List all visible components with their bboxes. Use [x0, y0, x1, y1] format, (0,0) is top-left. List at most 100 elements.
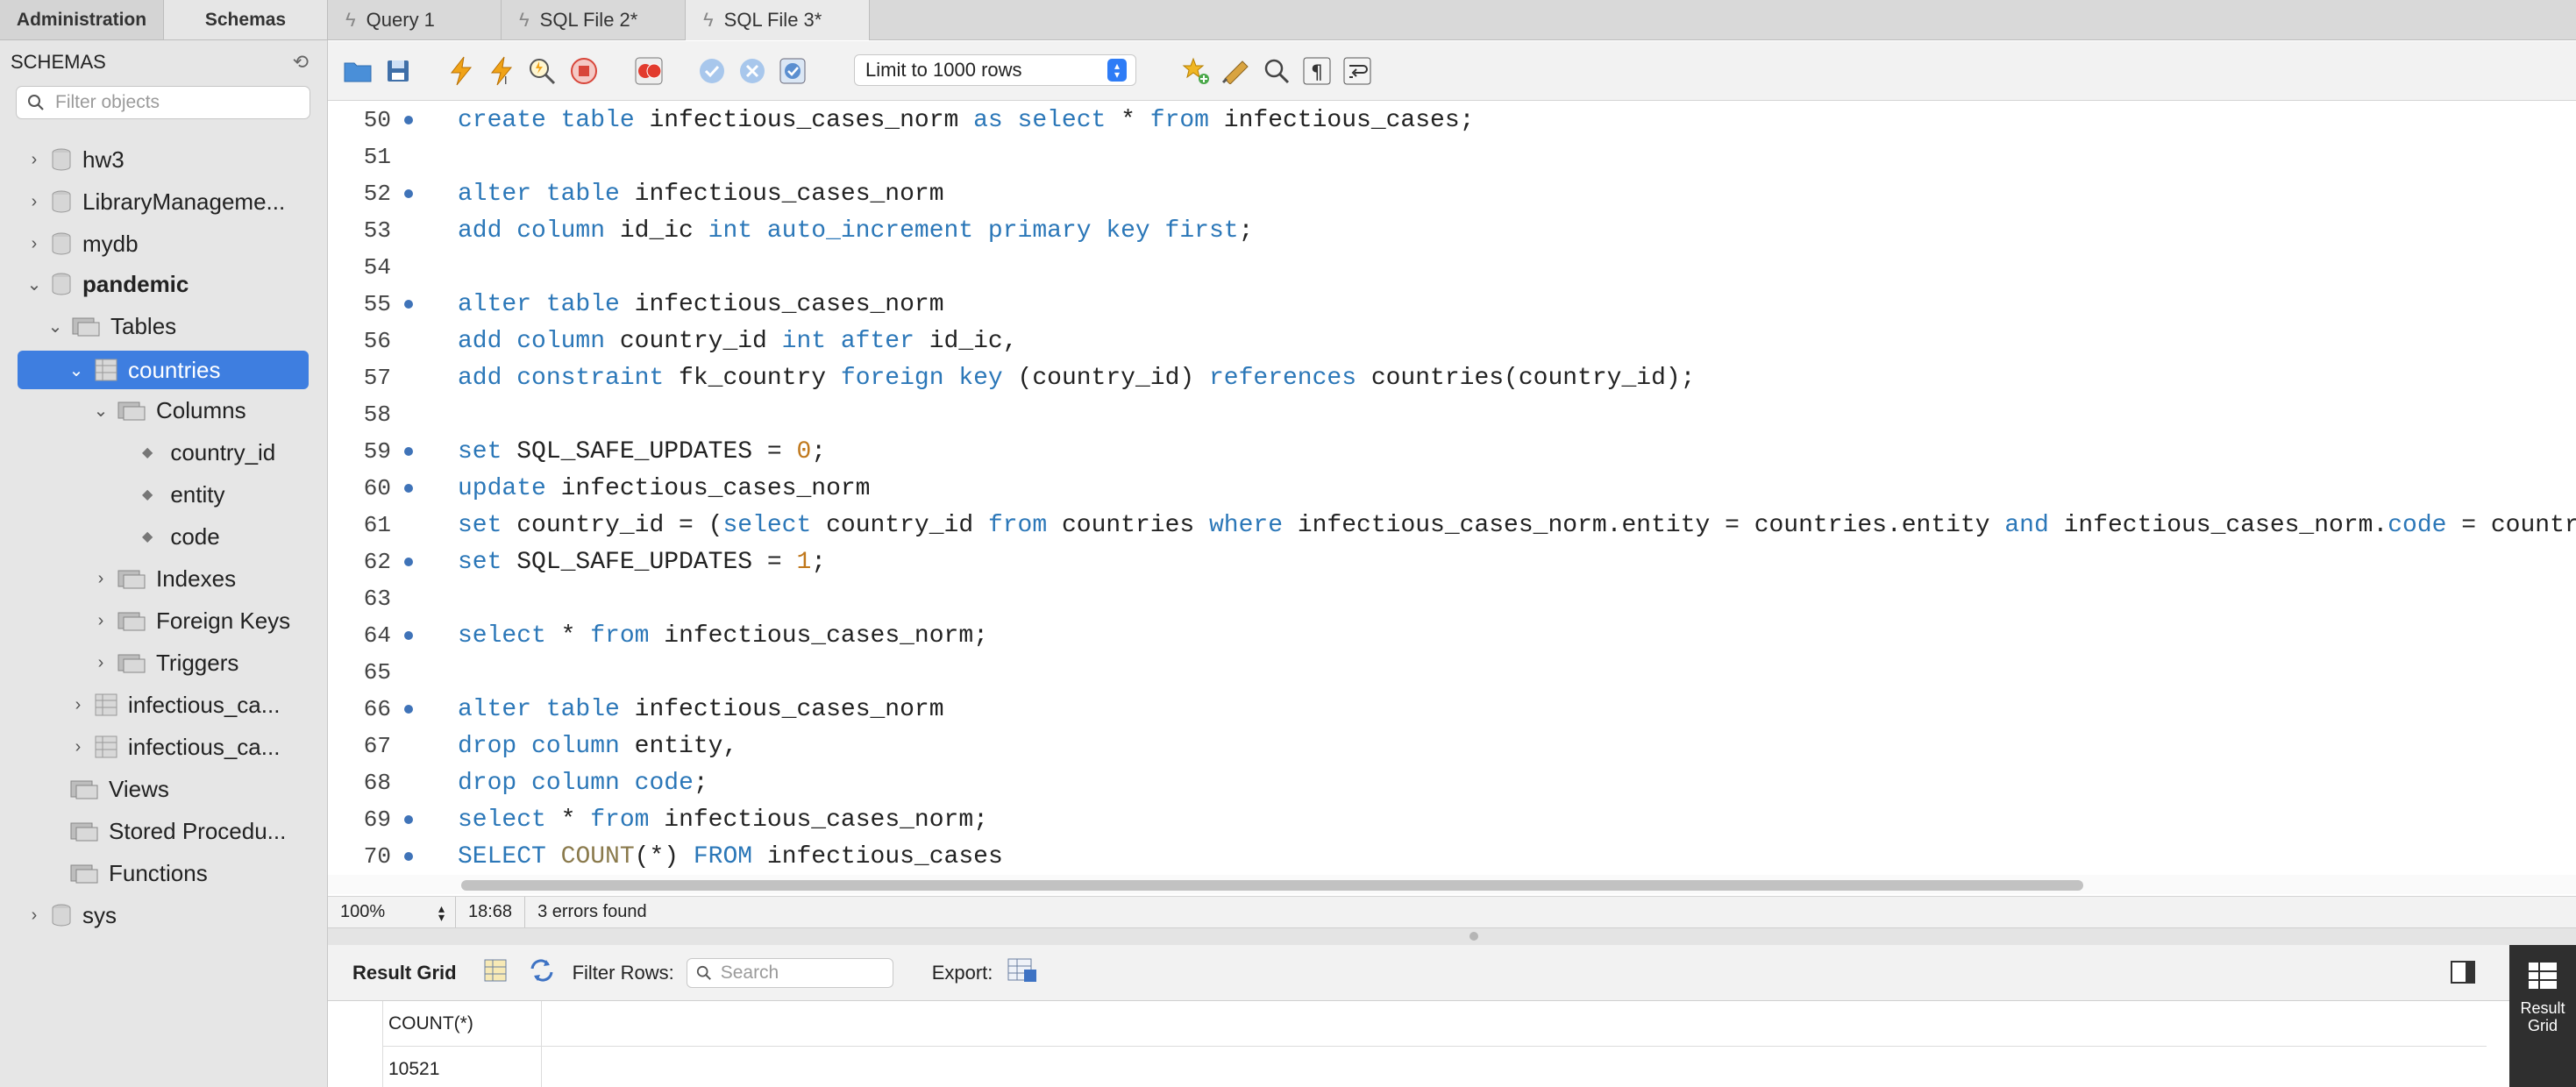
chevron-right-icon[interactable]: › — [91, 653, 110, 672]
chevron-down-icon[interactable]: ⌄ — [67, 360, 86, 380]
wrap-icon[interactable] — [1341, 55, 1373, 87]
find-icon[interactable] — [1261, 55, 1292, 87]
toggle-error-icon[interactable] — [633, 55, 665, 87]
statement-marker-icon — [404, 300, 413, 309]
autocommit-icon[interactable] — [777, 55, 808, 87]
folder-foreign-keys[interactable]: › Foreign Keys — [91, 601, 291, 640]
result-grid[interactable]: COUNT(*) 10521 — [328, 1001, 2487, 1087]
line-number: 51 — [363, 144, 391, 170]
folder-triggers[interactable]: › Triggers — [91, 643, 239, 682]
chevron-right-icon[interactable]: › — [25, 234, 44, 253]
tab-sql-file-2[interactable]: ϟ SQL File 2* — [502, 0, 686, 40]
stop-icon[interactable] — [568, 55, 600, 87]
open-folder-icon[interactable] — [342, 55, 374, 87]
column-diamond-icon: ◆ — [142, 529, 153, 544]
table-icon — [95, 735, 117, 758]
beautify-icon[interactable] — [1220, 55, 1252, 87]
chevron-down-icon[interactable]: ⌄ — [91, 401, 110, 421]
result-grid-side-button[interactable]: Result Grid — [2509, 945, 2576, 1087]
code-text: alter table infectious_cases_norm — [458, 695, 944, 723]
limit-rows-select[interactable]: Limit to 1000 rows ▴ ▾ — [854, 54, 1136, 86]
folder-views[interactable]: Views — [70, 770, 169, 808]
chevron-down-icon[interactable]: ⌄ — [25, 274, 44, 295]
add-snippet-icon[interactable] — [1180, 55, 1212, 87]
column-diamond-icon: ◆ — [142, 487, 153, 502]
column-header[interactable]: COUNT(*) — [388, 1013, 473, 1034]
tree-label: entity — [170, 480, 225, 508]
table-icon — [95, 359, 117, 381]
schema-mydb[interactable]: › mydb — [25, 224, 139, 263]
chevron-right-icon[interactable]: › — [25, 192, 44, 211]
rollback-icon[interactable] — [737, 55, 768, 87]
tree-label: country_id — [170, 438, 276, 465]
invisible-chars-icon[interactable]: ¶ — [1301, 55, 1333, 87]
result-toolbar: Result Grid Filter Rows: Export: — [328, 945, 2576, 1001]
chevron-down-icon[interactable]: ⌄ — [46, 316, 65, 337]
commit-icon[interactable] — [696, 55, 728, 87]
zoom-select[interactable]: 100% ▴ ▾ — [328, 896, 456, 928]
grid-cell[interactable]: 10521 — [388, 1059, 439, 1080]
toggle-side-panel-icon[interactable] — [2450, 959, 2476, 991]
database-icon — [52, 190, 71, 213]
tree-label: infectious_ca... — [128, 733, 281, 760]
foreign-keys-folder-icon — [117, 612, 146, 631]
tree-label: hw3 — [82, 146, 125, 173]
folder-stored-procedures[interactable]: Stored Procedu... — [70, 812, 286, 850]
save-icon[interactable] — [382, 55, 414, 87]
line-number: 50 — [363, 107, 391, 133]
refresh-icon[interactable]: ⟲ — [293, 51, 309, 74]
schema-pandemic[interactable]: ⌄ pandemic — [25, 265, 189, 303]
code-text: alter table infectious_cases_norm — [458, 180, 944, 208]
filter-rows-input[interactable] — [720, 962, 870, 984]
chevron-right-icon[interactable]: › — [25, 906, 44, 925]
column-code[interactable]: ◆ code — [142, 517, 220, 556]
refresh-results-icon[interactable] — [529, 958, 555, 988]
lightning-icon: ϟ — [519, 9, 530, 31]
explain-icon[interactable] — [526, 55, 558, 87]
table-countries[interactable]: ⌄ countries — [18, 351, 309, 389]
code-text: update infectious_cases_norm — [458, 474, 871, 502]
chevron-right-icon[interactable]: › — [25, 150, 44, 169]
schema-sys[interactable]: › sys — [25, 896, 117, 934]
folder-functions[interactable]: Functions — [70, 854, 208, 892]
filter-objects-box[interactable] — [16, 86, 310, 119]
column-country-id[interactable]: ◆ country_id — [142, 433, 275, 472]
filter-objects-input[interactable] — [55, 92, 301, 113]
chevron-right-icon[interactable]: › — [68, 695, 88, 714]
tab-query-1[interactable]: ϟ Query 1 — [328, 0, 502, 40]
code-line: 54 — [328, 249, 2576, 286]
chevron-right-icon[interactable]: › — [91, 569, 110, 588]
scrollbar-thumb[interactable] — [461, 880, 2083, 891]
table-infectious-cases[interactable]: › infectious_ca... — [68, 686, 281, 724]
folder-tables[interactable]: ⌄ Tables — [46, 307, 177, 345]
export-icon[interactable] — [1007, 957, 1038, 989]
tab-sql-file-3[interactable]: ϟ SQL File 3* — [686, 0, 870, 40]
code-line: 62 set SQL_SAFE_UPDATES = 1; — [328, 544, 2576, 580]
horizontal-scrollbar[interactable] — [328, 875, 2576, 894]
line-number: 52 — [363, 181, 391, 207]
sql-editor[interactable]: 50 create table infectious_cases_norm as… — [328, 102, 2576, 887]
tree-label: Functions — [109, 859, 208, 886]
tab-administration[interactable]: Administration — [0, 0, 164, 39]
grid-view-icon[interactable] — [483, 958, 508, 988]
execute-current-icon[interactable]: I — [486, 55, 517, 87]
column-diamond-icon: ◆ — [142, 445, 153, 460]
tree-label: Views — [109, 775, 169, 802]
schemas-header: SCHEMAS ⟲ — [11, 49, 309, 75]
column-entity[interactable]: ◆ entity — [142, 475, 224, 514]
splitter-handle-icon[interactable] — [1469, 932, 1478, 941]
tab-schemas[interactable]: Schemas — [164, 0, 328, 39]
statement-marker-icon — [404, 447, 413, 456]
grid-column[interactable]: COUNT(*) 10521 — [382, 1001, 542, 1087]
chevron-right-icon[interactable]: › — [68, 737, 88, 757]
execute-icon[interactable] — [445, 55, 477, 87]
chevron-right-icon[interactable]: › — [91, 611, 110, 630]
table-infectious-cases-norm[interactable]: › infectious_ca... — [68, 728, 281, 766]
panel-splitter[interactable] — [328, 927, 2576, 945]
folder-columns[interactable]: ⌄ Columns — [91, 391, 246, 430]
schema-hw3[interactable]: › hw3 — [25, 140, 125, 179]
filter-rows-search[interactable] — [686, 957, 893, 988]
folder-indexes[interactable]: › Indexes — [91, 559, 236, 598]
schema-librarymanagement[interactable]: › LibraryManageme... — [25, 182, 286, 221]
statement-marker-icon — [404, 558, 413, 566]
